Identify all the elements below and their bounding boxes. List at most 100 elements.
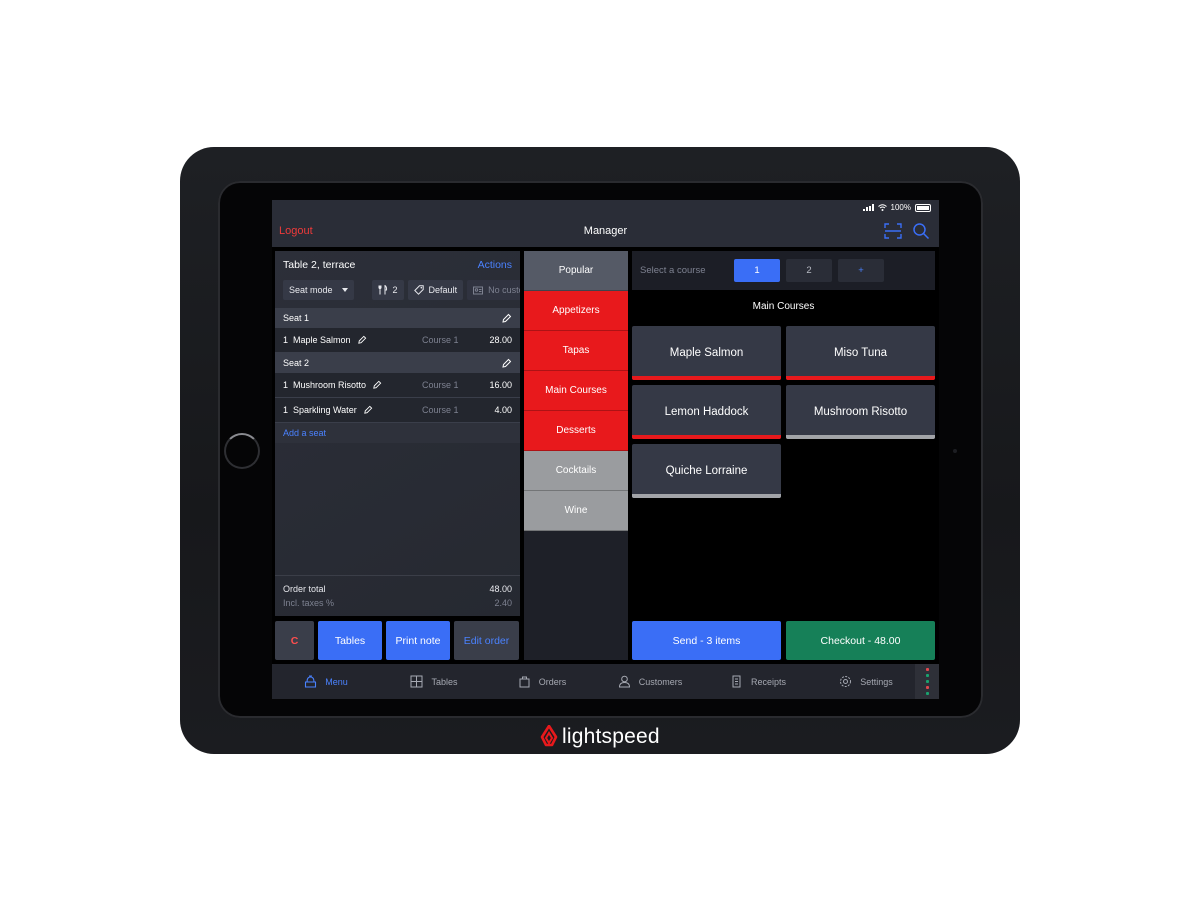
category-appetizers[interactable]: Appetizers	[524, 291, 628, 331]
settings-icon	[840, 676, 852, 687]
category-desserts[interactable]: Desserts	[524, 411, 628, 451]
nav-menu[interactable]: Menu	[272, 675, 380, 688]
edit-pencil-icon[interactable]	[372, 380, 382, 390]
item-qty: 1	[283, 335, 289, 345]
nav-tables[interactable]: Tables	[380, 675, 488, 688]
item-qty: 1	[283, 405, 289, 415]
tag-icon	[413, 285, 424, 295]
course-2-button[interactable]: 2	[786, 259, 832, 282]
caret-down-icon	[341, 288, 348, 292]
edit-pencil-icon[interactable]	[501, 358, 512, 369]
order-options: Seat mode 2 Default No customer	[275, 279, 520, 301]
taxes-value: 2.40	[494, 598, 512, 608]
tables-button[interactable]: Tables	[318, 621, 382, 660]
nav-label: Customers	[638, 676, 683, 687]
product-button[interactable]: Lemon Haddock	[632, 385, 781, 439]
wifi-icon	[877, 204, 887, 211]
course-selector-label: Select a course	[640, 265, 706, 276]
order-item-row[interactable]: 1 Sparkling Water Course 1 4.00	[275, 398, 520, 423]
brand-logo: lightspeed	[540, 722, 660, 752]
status-dot	[925, 668, 929, 671]
item-qty: 1	[283, 380, 289, 390]
covers-count: 2	[392, 285, 398, 295]
add-seat-link[interactable]: Add a seat	[275, 423, 520, 443]
course-1-button[interactable]: 1	[734, 259, 780, 282]
orders-icon	[519, 676, 530, 688]
checkout-button[interactable]: Checkout - 48.00	[786, 621, 935, 660]
customers-icon	[618, 675, 630, 688]
item-price: 28.00	[489, 335, 512, 345]
seat-header[interactable]: Seat 2	[275, 353, 520, 373]
print-note-button[interactable]: Print note	[386, 621, 450, 660]
customer-button[interactable]: No customer	[467, 280, 520, 300]
nav-orders[interactable]: Orders	[488, 675, 596, 688]
order-header: Table 2, terrace Actions	[275, 251, 520, 279]
tables-icon	[410, 675, 423, 688]
order-totals: Order total 48.00 Incl. taxes % 2.40	[275, 575, 520, 616]
nav-label: Orders	[538, 676, 567, 687]
seat-header[interactable]: Seat 1	[275, 308, 520, 328]
category-wine[interactable]: Wine	[524, 491, 628, 531]
item-name: Sparkling Water	[293, 405, 357, 415]
order-total-value: 48.00	[489, 584, 512, 594]
price-list-label: Default	[428, 285, 458, 295]
receipts-icon	[732, 675, 741, 688]
item-course: Course 1	[422, 405, 459, 415]
product-button[interactable]: Maple Salmon	[632, 326, 781, 380]
actions-link[interactable]: Actions	[478, 259, 512, 271]
product-button[interactable]: Miso Tuna	[786, 326, 935, 380]
item-name: Mushroom Risotto	[293, 380, 367, 390]
logout-button[interactable]: Logout	[279, 225, 313, 237]
home-button[interactable]	[224, 433, 260, 469]
item-course: Course 1	[422, 335, 459, 345]
lightspeed-flame-icon	[540, 725, 558, 747]
covers-button[interactable]: 2	[371, 280, 404, 300]
customer-card-icon	[473, 286, 484, 295]
edit-pencil-icon[interactable]	[363, 405, 373, 415]
status-dot	[925, 686, 929, 689]
order-item-row[interactable]: 1 Mushroom Risotto Course 1 16.00	[275, 373, 520, 398]
order-item-row[interactable]: 1 Maple Salmon Course 1 28.00	[275, 328, 520, 353]
cellular-signal-icon	[862, 204, 874, 211]
send-button[interactable]: Send - 3 items	[632, 621, 781, 660]
section-title: Main Courses	[752, 301, 815, 312]
more-menu-button[interactable]	[915, 664, 939, 699]
category-popular[interactable]: Popular	[524, 251, 628, 291]
search-icon[interactable]	[912, 222, 930, 240]
product-grid: Maple Salmon Miso Tuna Lemon Haddock Mus…	[632, 326, 935, 498]
nav-label: Receipts	[750, 676, 786, 687]
nav-receipts[interactable]: Receipts	[704, 675, 812, 688]
category-cocktails[interactable]: Cocktails	[524, 451, 628, 491]
seat-mode-dropdown[interactable]: Seat mode	[283, 280, 354, 300]
price-list-button[interactable]: Default	[407, 280, 464, 300]
order-total-label: Order total	[283, 584, 326, 594]
product-button[interactable]: Mushroom Risotto	[786, 385, 935, 439]
taxes-label: Incl. taxes %	[283, 598, 335, 608]
edit-order-button[interactable]: Edit order	[454, 621, 519, 660]
top-bar: 100% Logout Manager	[272, 200, 939, 247]
table-name: Table 2, terrace	[283, 259, 356, 271]
battery-percent: 100%	[890, 203, 911, 212]
pos-screen: 100% Logout Manager Table 2, terrace Act…	[272, 200, 939, 699]
nav-label: Tables	[431, 676, 458, 687]
clear-button[interactable]: C	[275, 621, 314, 660]
brand-name: lightspeed	[562, 725, 660, 748]
item-price: 4.00	[494, 405, 512, 415]
seat-label: Seat 1	[283, 313, 310, 323]
nav-customers[interactable]: Customers	[596, 675, 704, 688]
edit-pencil-icon[interactable]	[357, 335, 367, 345]
product-button[interactable]: Quiche Lorraine	[632, 444, 781, 498]
category-main-courses[interactable]: Main Courses	[524, 371, 628, 411]
category-list: Popular Appetizers Tapas Main Courses De…	[524, 251, 628, 660]
scan-icon[interactable]	[884, 223, 902, 239]
nav-settings[interactable]: Settings	[812, 675, 920, 688]
status-bar: 100%	[862, 203, 931, 212]
battery-icon	[915, 203, 931, 212]
nav-label: Menu	[325, 676, 348, 687]
category-tapas[interactable]: Tapas	[524, 331, 628, 371]
order-panel: Table 2, terrace Actions Seat mode 2 Def…	[275, 251, 520, 616]
edit-pencil-icon[interactable]	[501, 313, 512, 324]
order-list: Seat 1 1 Maple Salmon Course 1 28.00 Sea…	[275, 308, 520, 443]
add-course-button[interactable]: +	[838, 259, 884, 282]
seat-mode-label: Seat mode	[289, 285, 333, 295]
